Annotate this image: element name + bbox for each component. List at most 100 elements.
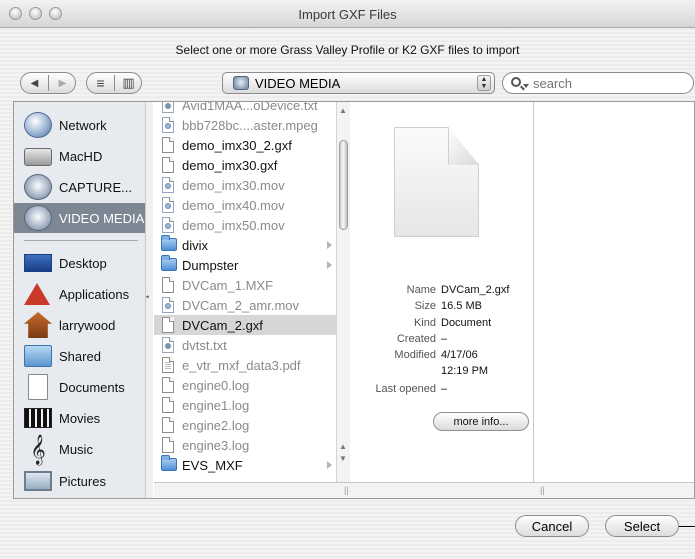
- preview-column: Name DVCam_2.gxf Size 16.5 MB Kind Docum…: [351, 102, 534, 482]
- sidebar-item-music[interactable]: 𝄞 Music: [14, 434, 145, 464]
- sidebar-item-label: Network: [59, 117, 107, 133]
- scroll-up-arrow-icon[interactable]: ▲: [339, 442, 347, 451]
- scroll-down-arrow-icon[interactable]: ▼: [339, 454, 347, 463]
- list-item[interactable]: Avid1MAA...oDevice.txt: [154, 102, 349, 115]
- sidebar-item-larrywood[interactable]: larrywood: [14, 310, 145, 340]
- info-value: DVCam_2.gxf: [441, 284, 510, 296]
- more-info-button[interactable]: more info...: [433, 412, 529, 431]
- column-view-button[interactable]: ▥: [115, 73, 142, 93]
- sidebar-item-video-media[interactable]: VIDEO MEDIA: [14, 203, 145, 233]
- blank-file-icon: [162, 277, 174, 293]
- info-label: Last opened: [375, 383, 436, 395]
- list-item[interactable]: demo_imx30.gxf: [154, 155, 349, 175]
- network-globe-icon: [24, 112, 52, 138]
- file-name: dvtst.txt: [182, 337, 227, 353]
- sidebar-item-label: Movies: [59, 410, 101, 426]
- info-value: –: [441, 383, 448, 395]
- disclosure-arrow-icon: [327, 461, 332, 469]
- list-view-button[interactable]: ≡: [87, 73, 114, 93]
- file-name: demo_imx50.mov: [182, 217, 285, 233]
- text-document-icon: [162, 337, 174, 353]
- file-name: DVCam_2.gxf: [182, 317, 263, 333]
- info-value: Document: [441, 317, 492, 329]
- list-item[interactable]: Dumpster: [154, 255, 349, 275]
- list-item[interactable]: divix: [154, 235, 349, 255]
- sidebar-item-machd[interactable]: MacHD: [14, 141, 145, 171]
- list-item[interactable]: demo_imx40.mov: [154, 195, 349, 215]
- sidebar-item-label: Applications: [59, 286, 130, 302]
- list-item[interactable]: DVCam_2_amr.mov: [154, 295, 349, 315]
- location-popup[interactable]: VIDEO MEDIA ▲ ▼: [222, 72, 495, 94]
- horizontal-scrollbar[interactable]: || ||: [154, 482, 694, 498]
- sidebar-item-movies[interactable]: Movies: [14, 403, 145, 433]
- list-item[interactable]: engine0.log: [154, 375, 349, 395]
- back-button[interactable]: ◀: [21, 73, 48, 93]
- sidebar-item-network[interactable]: Network: [14, 110, 145, 140]
- document-preview-icon: [394, 127, 479, 237]
- music-icon: 𝄞: [30, 434, 46, 464]
- sidebar-item-capture[interactable]: CAPTURE...: [14, 172, 145, 202]
- blank-file-icon: [162, 137, 174, 153]
- file-column-scrollbar[interactable]: ▲ ▲ ▼: [336, 102, 350, 482]
- list-item[interactable]: demo_imx50.mov: [154, 215, 349, 235]
- sidebar-item-shared[interactable]: Shared: [14, 341, 145, 371]
- file-name: DVCam_1.MXF: [182, 277, 274, 293]
- list-item[interactable]: DVCam_1.MXF: [154, 275, 349, 295]
- hard-drive-icon: [24, 148, 52, 166]
- callout-line: [679, 526, 695, 527]
- file-name: demo_imx30.mov: [182, 177, 285, 193]
- info-value: 4/17/06: [441, 349, 478, 361]
- column-resize-handle-icon[interactable]: ||: [540, 485, 545, 495]
- list-item[interactable]: dvtst.txt: [154, 335, 349, 355]
- list-item[interactable]: bbb728bc....aster.mpeg: [154, 115, 349, 135]
- file-name: e_vtr_mxf_data3.pdf: [182, 357, 301, 373]
- volume-disk-icon: [233, 76, 249, 90]
- select-button[interactable]: Select: [605, 515, 679, 537]
- list-item[interactable]: engine1.log: [154, 395, 349, 415]
- disclosure-arrow-icon: [327, 261, 332, 269]
- empty-column: [535, 102, 694, 482]
- sidebar-item-documents[interactable]: Documents: [14, 372, 145, 402]
- splitter-grip-icon[interactable]: •: [146, 292, 149, 302]
- forward-button[interactable]: ▶: [49, 73, 76, 93]
- list-item-selected[interactable]: DVCam_2.gxf: [154, 315, 349, 335]
- list-item[interactable]: e_vtr_mxf_data3.pdf: [154, 355, 349, 375]
- file-browser: Network MacHD CAPTURE... VIDEO MEDIA Des…: [13, 101, 695, 499]
- file-column: Avid1MAA...oDevice.txt bbb728bc....aster…: [154, 102, 350, 482]
- search-menu-caret-icon[interactable]: [523, 84, 529, 88]
- list-item[interactable]: engine2.log: [154, 415, 349, 435]
- sidebar-item-label: larrywood: [59, 317, 116, 333]
- list-view-icon: ≡: [96, 75, 105, 91]
- import-dialog: Import GXF Files Select one or more Gras…: [0, 0, 695, 559]
- info-label: Size: [414, 300, 436, 312]
- sidebar-item-applications[interactable]: Applications: [14, 279, 145, 309]
- list-item[interactable]: engine3.log: [154, 435, 349, 455]
- quicktime-file-icon: [162, 177, 174, 193]
- file-name: EVS_MXF: [182, 457, 243, 473]
- scroll-up-arrow-icon[interactable]: ▲: [339, 106, 347, 115]
- file-name: DVCam_2_amr.mov: [182, 297, 300, 313]
- disclosure-arrow-icon: [327, 241, 332, 249]
- search-input[interactable]: [533, 76, 683, 91]
- search-field[interactable]: [502, 72, 694, 94]
- column-resize-handle-icon[interactable]: ||: [344, 485, 349, 495]
- sidebar-item-label: Shared: [59, 348, 101, 364]
- quicktime-file-icon: [162, 197, 174, 213]
- list-item[interactable]: EVS_MXF: [154, 455, 349, 475]
- list-item[interactable]: demo_imx30.mov: [154, 175, 349, 195]
- pdf-file-icon: [162, 357, 174, 373]
- file-name: demo_imx30_2.gxf: [182, 137, 292, 153]
- file-name: bbb728bc....aster.mpeg: [182, 117, 318, 133]
- list-item[interactable]: demo_imx30_2.gxf: [154, 135, 349, 155]
- scrollbar-thumb[interactable]: [339, 140, 348, 230]
- sidebar-divider: [24, 240, 138, 241]
- movies-icon: [24, 408, 52, 428]
- sidebar-item-pictures[interactable]: Pictures: [14, 466, 145, 496]
- title-bar: Import GXF Files: [0, 0, 695, 28]
- quicktime-file-icon: [162, 117, 174, 133]
- popup-arrows-icon: ▲ ▼: [477, 75, 491, 91]
- file-name: demo_imx30.gxf: [182, 157, 278, 173]
- folder-icon: [161, 255, 177, 271]
- sidebar-item-desktop[interactable]: Desktop: [14, 248, 145, 278]
- cancel-button[interactable]: Cancel: [515, 515, 589, 537]
